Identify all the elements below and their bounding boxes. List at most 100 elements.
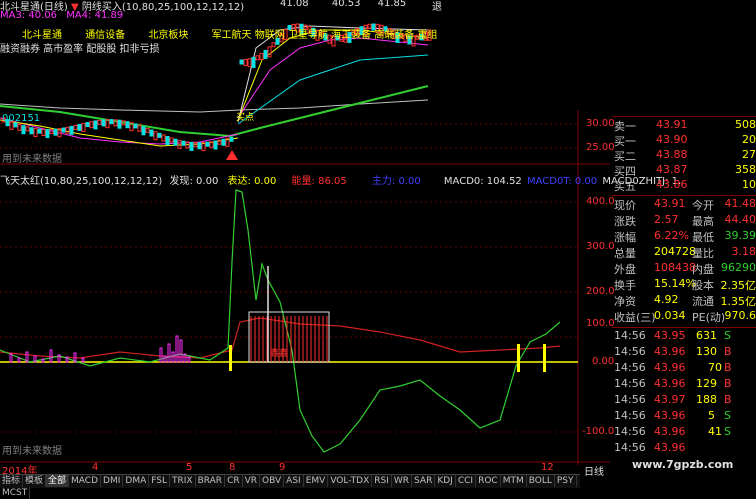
buy-arrow — [226, 150, 238, 160]
stat-label: 换手 — [614, 277, 636, 293]
tag[interactable]: 高端装备 — [374, 30, 414, 41]
candle — [86, 123, 89, 127]
chart-area[interactable]: 北斗星通(日线) ▼ 阴线买入(10,80,25,100,12,12,12) 4… — [0, 0, 610, 465]
candle — [166, 137, 169, 145]
tab-wr[interactable]: WR — [392, 475, 412, 487]
candle — [198, 143, 201, 149]
tag[interactable]: 物联网 — [255, 30, 285, 41]
stat-label: 净资 — [614, 293, 636, 309]
tick-time: 14:56 — [614, 377, 646, 390]
stat-value: 4.92 — [654, 293, 679, 306]
tick-side: B — [724, 393, 732, 406]
candle — [74, 125, 77, 129]
concept-tags: 北斗星通 通信设备 北京板块 军工航天 物联网 卫星导航 海工装备 高端装备 重… — [22, 26, 438, 41]
tab-dmi[interactable]: DMI — [101, 475, 123, 487]
orderbook-row[interactable]: 卖一43.91508 — [612, 118, 756, 133]
tab-macd[interactable]: MACD — [69, 475, 101, 487]
tab-kdj[interactable]: KDJ — [435, 475, 456, 487]
candle — [62, 128, 65, 132]
candle — [78, 124, 81, 130]
orderbook-volume: 508 — [735, 118, 756, 131]
stat-row: 净资4.92流通1.35亿 — [612, 293, 756, 309]
candle — [162, 135, 165, 141]
tab-asi[interactable]: ASI — [284, 475, 304, 487]
tag[interactable]: 卫星导航 — [288, 30, 328, 41]
orderbook-row[interactable]: 买五43.8610 — [612, 178, 756, 193]
tick-time: 14:56 — [614, 345, 646, 358]
tab-cci[interactable]: CCI — [456, 475, 476, 487]
tab-vol-tdx[interactable]: VOL-TDX — [328, 475, 372, 487]
time-tick: 12 — [541, 462, 554, 473]
signal-bar — [543, 344, 546, 372]
indicator-value: 能量: 86.05 — [292, 176, 347, 187]
orderbook-label: 买四 — [614, 163, 636, 179]
stat-label: 总量 — [614, 245, 636, 261]
quote-panel: 卖一43.91508买一43.9020买二43.8827买四43.87358买五… — [612, 0, 756, 465]
histogram-bar — [42, 359, 44, 362]
orderbook-label: 买二 — [614, 148, 636, 164]
stat-row: 现价43.91今开41.48 — [612, 197, 756, 213]
tab-指标[interactable]: 指标 — [0, 475, 23, 487]
tab-rsi[interactable]: RSI — [372, 475, 392, 487]
stat-value: 43.91 — [654, 197, 686, 210]
price-value: 41.08 — [280, 0, 309, 9]
tab-emv[interactable]: EMV — [304, 475, 329, 487]
orderbook-price: 43.90 — [656, 133, 688, 146]
stat-row: 涨幅6.22%最低39.39 — [612, 229, 756, 245]
stat-label: 涨跌 — [614, 213, 636, 229]
candle — [264, 50, 267, 58]
orderbook-row[interactable]: 买二 43.88 27 — [612, 148, 756, 163]
candle — [50, 129, 53, 133]
histogram-bar — [10, 354, 12, 362]
tag[interactable]: 重组 — [418, 30, 438, 41]
tab-全部[interactable]: 全部 — [46, 475, 69, 487]
sub-tick: 200.0 — [586, 286, 615, 297]
tab-sar[interactable]: SAR — [412, 475, 435, 487]
histogram-bar — [164, 356, 166, 362]
orderbook-volume: 27 — [742, 148, 756, 161]
orderbook-price: 43.86 — [656, 178, 688, 191]
sub-tick: 100.0 — [586, 318, 615, 329]
tab-boll[interactable]: BOLL — [527, 475, 555, 487]
tab-模板[interactable]: 模板 — [23, 475, 46, 487]
stat-value: 15.14% — [654, 277, 696, 290]
histogram-bar — [176, 336, 178, 362]
tick-volume: 129 — [696, 377, 717, 390]
ma-legend: MA3: 40.06 MA4: 41.89 — [0, 10, 123, 21]
tab-dma[interactable]: DMA — [123, 475, 149, 487]
tick-time: 14:56 — [614, 425, 646, 438]
tick-volume: 41 — [708, 425, 722, 438]
tag[interactable]: 海工装备 — [331, 30, 371, 41]
tab-psy[interactable]: PSY — [555, 475, 577, 487]
tick-row: 14:5643.96129B — [612, 377, 756, 393]
day-label[interactable]: 日线 — [584, 463, 604, 478]
stat-label: 涨幅 — [614, 229, 636, 245]
candle — [170, 138, 173, 142]
time-tick: 8 — [229, 462, 235, 473]
tick-price: 43.96 — [654, 409, 686, 422]
tab-fsl[interactable]: FSL — [149, 475, 170, 487]
orderbook-row[interactable]: 买四43.87358 — [612, 163, 756, 178]
tick-row: 14:5643.95631S — [612, 329, 756, 345]
price-tick: 30.00 — [586, 118, 615, 129]
tab-obv[interactable]: OBV — [260, 475, 284, 487]
candle — [272, 43, 275, 47]
tab-roc[interactable]: ROC — [476, 475, 501, 487]
tab-cr[interactable]: CR — [225, 475, 243, 487]
tab-trix[interactable]: TRIX — [170, 475, 196, 487]
tab-brar[interactable]: BRAR — [196, 475, 225, 487]
kline-chart[interactable] — [0, 0, 610, 465]
tick-price: 43.96 — [654, 425, 686, 438]
indicator-value: 表达: 0.00 — [228, 176, 277, 187]
orderbook-row[interactable]: 买一43.9020 — [612, 133, 756, 148]
tab-mcst[interactable]: MCST — [0, 487, 30, 499]
candle — [222, 139, 225, 145]
orderbook-price: 43.88 — [656, 148, 688, 161]
tag[interactable]: 军工航天 — [212, 30, 252, 41]
tab-mtm[interactable]: MTM — [501, 475, 527, 487]
histogram-bar — [160, 348, 162, 362]
orderbook-price: 43.87 — [656, 163, 688, 176]
candle — [46, 130, 49, 138]
candle — [248, 59, 251, 67]
tab-vr[interactable]: VR — [243, 475, 260, 487]
